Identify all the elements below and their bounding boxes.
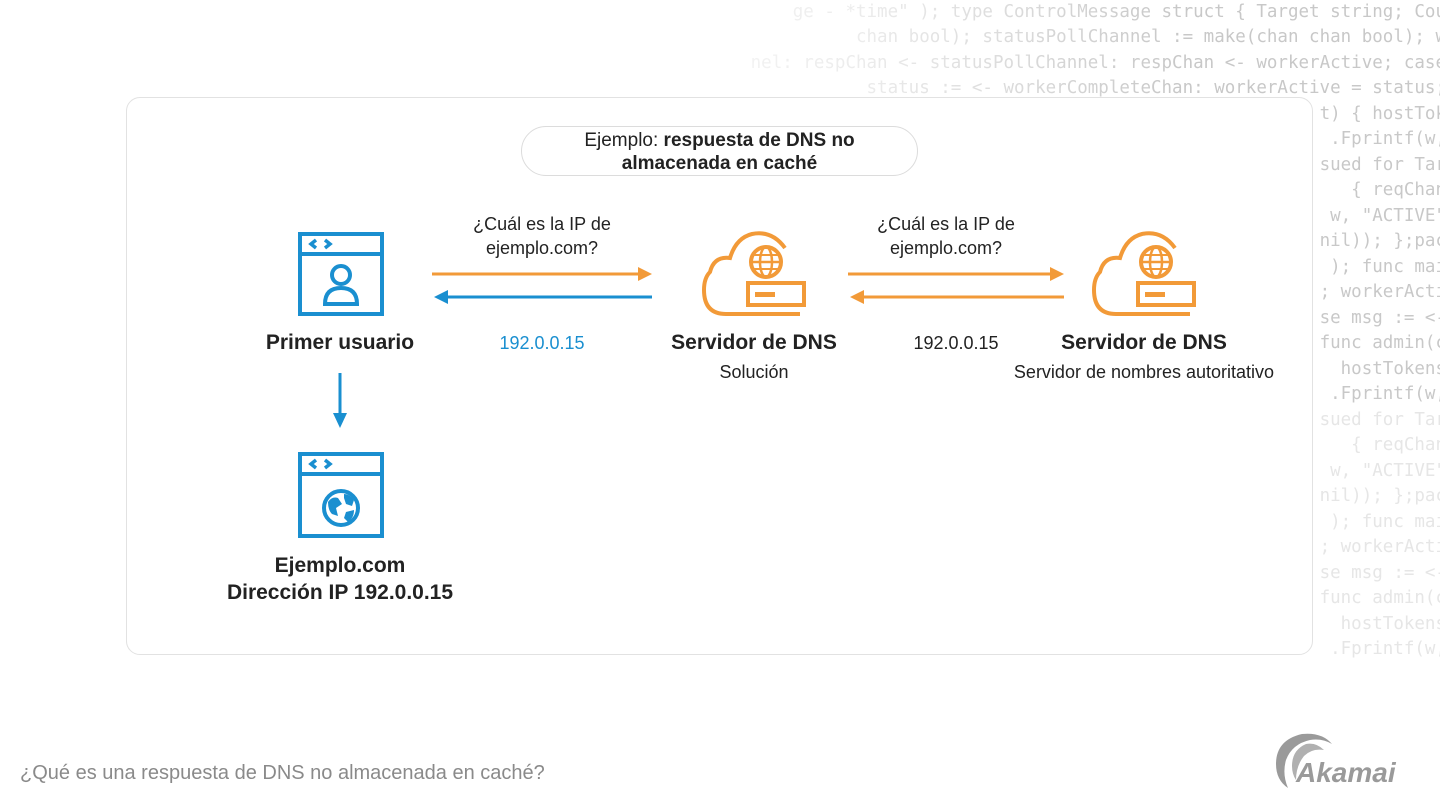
code-line: w, "ACTIVE" — [1330, 206, 1440, 226]
code-line: se msg := <- — [1319, 563, 1440, 583]
authoritative-node-title: Servidor de DNS — [1061, 331, 1227, 354]
code-line: hostTokens — [1340, 614, 1440, 634]
akamai-logo: Akamai — [1270, 730, 1430, 795]
resolver-query-line2: ejemplo.com? — [889, 238, 1003, 258]
code-line: ge - *time" ); type ControlMessage struc… — [792, 2, 1440, 22]
user-query-line2: ejemplo.com? — [485, 238, 599, 258]
diagram-title: Ejemplo: respuesta de DNS no almacenada … — [521, 126, 918, 176]
code-line: ; workerActi — [1319, 282, 1440, 302]
response-arrow-authoritative-to-resolver — [850, 290, 1064, 304]
code-line: sued for Tar — [1319, 410, 1440, 430]
code-line: hostTokens — [1340, 359, 1440, 379]
resolver-response-ip: 192.0.0.15 — [913, 333, 999, 353]
code-line: chan bool); statusPollChannel := make(ch… — [855, 27, 1440, 47]
website-node-title: Ejemplo.com — [274, 554, 406, 577]
title-bold-line1: respuesta de DNS no — [663, 130, 855, 151]
akamai-logo-text: Akamai — [1295, 757, 1397, 788]
user-node-title: Primer usuario — [265, 331, 415, 354]
code-line: { reqChan — [1340, 435, 1440, 455]
query-arrow-resolver-to-authoritative — [848, 267, 1064, 281]
query-arrow-user-to-resolver — [432, 267, 652, 281]
code-line: { reqChan — [1340, 180, 1440, 200]
code-line: t) { hostTok — [1319, 104, 1440, 124]
title-bold-line2: almacenada en caché — [621, 153, 818, 174]
resolver-query-line1: ¿Cuál es la IP de — [877, 214, 1015, 234]
code-line: nil)); };pac — [1319, 231, 1440, 251]
response-arrow-resolver-to-user — [434, 290, 652, 304]
code-line: func admin(c — [1319, 588, 1440, 608]
down-arrow-user-to-website — [333, 373, 347, 428]
browser-user-icon — [298, 232, 384, 316]
user-response-ip: 192.0.0.15 — [499, 333, 585, 353]
code-line: ); func mai — [1319, 512, 1440, 532]
user-query-label: ¿Cuál es la IP de ejemplo.com? — [432, 212, 652, 260]
resolver-node-title: Servidor de DNS — [671, 331, 837, 354]
code-line: .Fprintf(w, — [1330, 639, 1440, 659]
code-line: nel: respChan <- statusPollChannel: resp… — [750, 53, 1440, 73]
code-line: w, "ACTIVE" — [1330, 461, 1440, 481]
title-prefix: Ejemplo: — [584, 130, 664, 151]
akamai-wave-icon: Akamai — [1276, 733, 1397, 788]
code-line: sued for Tar — [1319, 155, 1440, 175]
code-line: se msg := <- — [1319, 308, 1440, 328]
code-line: .Fprintf(w, — [1330, 129, 1440, 149]
cloud-dns-server-icon — [1091, 231, 1196, 316]
website-node-ip: Dirección IP 192.0.0.15 — [226, 581, 454, 604]
page-caption: ¿Qué es una respuesta de DNS no almacena… — [20, 762, 545, 784]
code-line: .Fprintf(w, — [1330, 384, 1440, 404]
code-line: ; workerActi — [1319, 537, 1440, 557]
browser-globe-icon — [298, 452, 384, 538]
code-line: ); func mai — [1319, 257, 1440, 277]
code-line: func admin(c — [1319, 333, 1440, 353]
authoritative-node-subtitle: Servidor de nombres autoritativo — [1013, 362, 1275, 382]
code-line: nil)); };pac — [1319, 486, 1440, 506]
cloud-dns-server-icon — [701, 231, 806, 316]
resolver-node-subtitle: Solución — [719, 362, 789, 382]
user-query-line1: ¿Cuál es la IP de — [473, 214, 611, 234]
resolver-query-label: ¿Cuál es la IP de ejemplo.com? — [836, 212, 1056, 260]
